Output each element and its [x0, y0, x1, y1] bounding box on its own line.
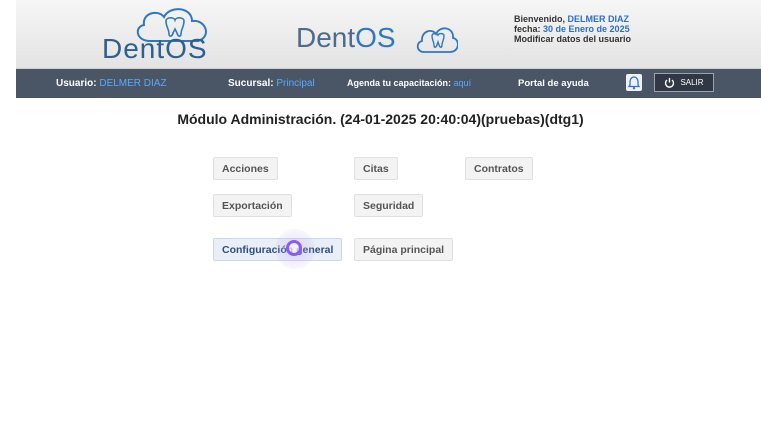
exportacion-button[interactable]: Exportación: [213, 194, 292, 217]
nav-user-label: Usuario:: [56, 78, 97, 89]
nav-training-link[interactable]: aquí: [454, 78, 472, 88]
bell-icon[interactable]: [626, 74, 642, 91]
nav-training-label: Agenda tu capacitación:: [347, 78, 452, 88]
tooth-cloud-icon: [416, 27, 458, 53]
app-header: DentOS DentOS Bienvenido, DELMER DIAZ fe…: [16, 0, 761, 69]
dentos-logo[interactable]: DentOS: [102, 3, 242, 65]
configuracion-general-button[interactable]: Configuración general: [213, 238, 343, 261]
nav-user-value: DELMER DIAZ: [99, 78, 167, 89]
nav-training: Agenda tu capacitación: aquí: [347, 78, 471, 88]
welcome-panel: Bienvenido, DELMER DIAZ fecha: 30 de Ene…: [514, 14, 664, 44]
nav-branch-value: Principal: [276, 78, 315, 89]
citas-button[interactable]: Citas: [354, 157, 398, 180]
seguridad-button[interactable]: Seguridad: [354, 194, 424, 217]
welcome-user: DELMER DIAZ: [567, 14, 630, 24]
date-prefix: fecha:: [514, 24, 541, 34]
modify-user-link[interactable]: Modificar datos del usuario: [514, 34, 631, 44]
logo-part-dent: Dent: [296, 22, 356, 53]
logo-text: DentOS: [102, 33, 208, 64]
page-title: Módulo Administración. (24-01-2025 20:40…: [177, 111, 584, 127]
top-navbar: Usuario: DELMER DIAZ Sucursal: Principal…: [16, 69, 761, 98]
logo-part-os: OS: [355, 22, 396, 53]
power-icon: [665, 78, 675, 88]
date-value: 30 de Enero de 2025: [543, 24, 630, 34]
nav-branch-label: Sucursal:: [228, 78, 274, 89]
welcome-prefix: Bienvenido,: [514, 14, 566, 24]
dentos-center-logo: DentOS: [296, 18, 476, 58]
pagina-principal-button[interactable]: Página principal: [354, 238, 454, 261]
acciones-button[interactable]: Acciones: [213, 157, 278, 180]
contratos-button[interactable]: Contratos: [465, 157, 533, 180]
logout-label: SALIR: [680, 78, 704, 87]
logout-button[interactable]: SALIR: [654, 73, 714, 92]
nav-help-link[interactable]: Portal de ayuda: [518, 78, 589, 89]
nav-user: Usuario: DELMER DIAZ: [56, 78, 167, 89]
nav-branch: Sucursal: Principal: [228, 78, 315, 89]
